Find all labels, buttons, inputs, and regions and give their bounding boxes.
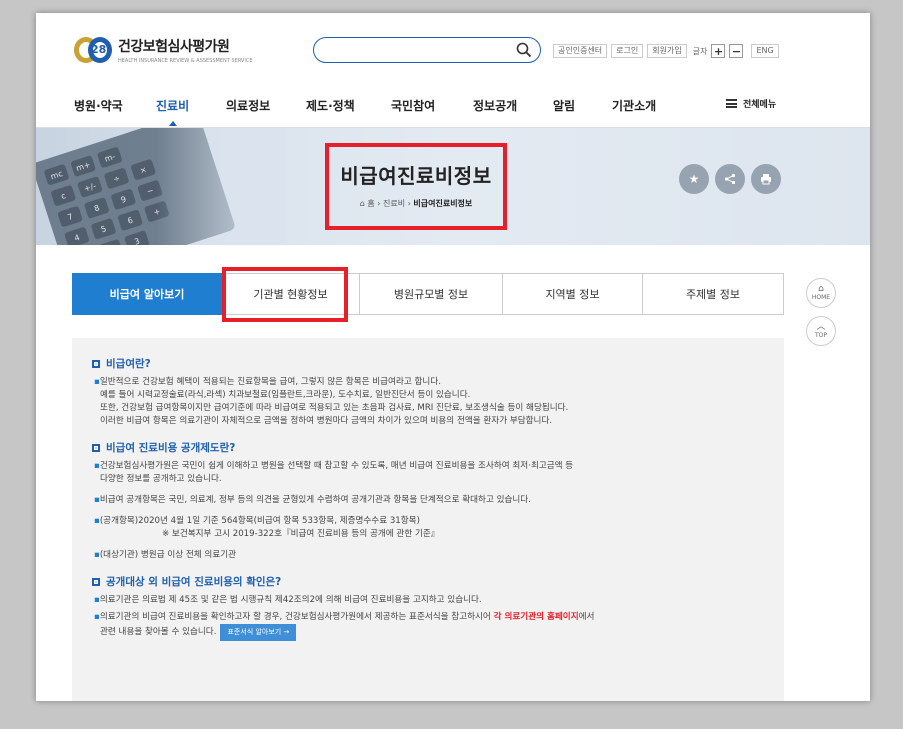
logo-name: 건강보험심사평가원: [118, 39, 230, 55]
gnb-notice[interactable]: 알림: [553, 97, 575, 114]
login-link[interactable]: 로그인: [611, 44, 644, 58]
paragraph: 관련 내용을 찾아볼 수 있습니다. 표준서식 알아보기 →: [92, 624, 764, 641]
gnb-hospital-pharmacy[interactable]: 병원·약국: [74, 97, 123, 114]
gnb-medical-info[interactable]: 의료정보: [226, 97, 270, 114]
share-icon[interactable]: [715, 164, 745, 194]
gnb-about[interactable]: 기관소개: [612, 97, 656, 114]
page-title: 비급여진료비정보: [340, 164, 492, 188]
paragraph: 이러한 비급여 항목은 의료기관이 자체적으로 금액을 정하여 병원마다 금액의…: [100, 416, 553, 426]
paragraph: 예를 들어 시력교정술료(라식,라섹) 치과보철료(임플란트,크라운), 도수치…: [100, 390, 471, 400]
paragraph: ▪의료기관의 비급여 진료비용을 확인하고자 할 경우, 건강보험심사평가원에서…: [94, 612, 595, 622]
note: ※ 보건복지부 고시 2019-322호『비급여 진료비용 등의 공개에 관한 …: [162, 529, 440, 539]
breadcrumb: ⌂ 홈 › 진료비 › 비급여진료비정보: [359, 199, 473, 208]
tab-topic[interactable]: 주제별 정보: [643, 273, 784, 315]
square-bullet-icon: [92, 443, 100, 452]
all-menu-button[interactable]: 전체메뉴: [726, 97, 776, 110]
logo-subtitle: HEALTH INSURANCE REVIEW & ASSESSMENT SER…: [118, 58, 253, 64]
logo-badge-text: 28: [91, 43, 107, 56]
paragraph: ▪(대상기관) 병원급 이상 전체 의료기관: [94, 550, 237, 560]
breadcrumb-home[interactable]: 홈: [367, 199, 374, 208]
tab-noncovered-overview[interactable]: 비급여 알아보기: [72, 273, 222, 315]
side-quick-buttons: ⌂ HOME ︿ TOP: [806, 278, 836, 354]
tab-region[interactable]: 지역별 정보: [503, 273, 643, 315]
all-menu-label: 전체메뉴: [743, 100, 777, 110]
banner-actions: ★: [679, 164, 781, 194]
standard-form-button[interactable]: 표준서식 알아보기 →: [220, 624, 297, 641]
paragraph: 또한, 건강보험 급여항목이지만 급여기준에 따라 비급여로 적용되고 있는 초…: [100, 403, 569, 413]
page-banner: mc m+ m- c +/- ÷ × 7 8 9 − 4 5 6 + 1 2 3…: [36, 128, 870, 245]
header: 28 건강보험심사평가원 HEALTH INSURANCE REVIEW & A…: [36, 13, 870, 88]
gnb-disclosure[interactable]: 정보공개: [473, 97, 517, 114]
search-box: [313, 37, 541, 63]
home-icon[interactable]: ⌂: [360, 199, 365, 208]
font-minus-button[interactable]: −: [729, 44, 744, 58]
sub-tabs: 비급여 알아보기 기관별 현황정보 병원규모별 정보 지역별 정보 주제별 정보: [72, 273, 784, 315]
section-title: 비급여 진료비용 공개제도란?: [92, 440, 764, 455]
content-panel: 비급여란? ▪일반적으로 건강보험 혜택이 적용되는 진료항목을 급여, 그렇지…: [72, 338, 784, 701]
paragraph: ▪건강보험심사평가원은 국민이 쉽게 이해하고 병원을 선택할 때 참고할 수 …: [94, 461, 574, 471]
paragraph: ▪(공개항목)2020년 4월 1일 기준 564항목(비급여 항목 533항목…: [94, 516, 420, 526]
home-icon: ⌂: [818, 284, 824, 294]
font-plus-button[interactable]: +: [711, 44, 726, 58]
eng-link[interactable]: ENG: [751, 44, 779, 58]
section-title: 비급여란?: [92, 356, 764, 371]
favorite-star-icon[interactable]: ★: [679, 164, 709, 194]
paragraph: ▪일반적으로 건강보험 혜택이 적용되는 진료항목을 급여, 그렇지 않은 항목…: [94, 377, 441, 387]
square-bullet-icon: [92, 577, 100, 586]
browser-page: 28 건강보험심사평가원 HEALTH INSURANCE REVIEW & A…: [36, 13, 870, 701]
font-size-label: 글자: [692, 46, 708, 56]
side-top-button[interactable]: ︿ TOP: [806, 316, 836, 346]
join-link[interactable]: 회원가입: [647, 44, 687, 58]
breadcrumb-current: 비급여진료비정보: [413, 199, 473, 208]
gnb-participation[interactable]: 국민참여: [391, 97, 435, 114]
utility-links: 공인인증센터 로그인 회원가입 글자 + − ENG: [553, 44, 779, 58]
tab-institution-status[interactable]: 기관별 현황정보: [222, 273, 360, 315]
side-home-button[interactable]: ⌂ HOME: [806, 278, 836, 308]
square-bullet-icon: [92, 359, 100, 368]
paragraph: ▪비급여 공개항목은 국민, 의료계, 정부 등의 의견을 균형있게 수렴하여 …: [94, 495, 531, 505]
breadcrumb-mid[interactable]: 진료비: [383, 199, 405, 208]
search-icon[interactable]: [516, 42, 532, 58]
paragraph: ▪의료기관은 의료법 제 45조 및 같은 법 시행규칙 제42조의2에 의해 …: [94, 595, 482, 605]
gnb-policy[interactable]: 제도·정책: [306, 97, 355, 114]
logo-emblem-icon: 28: [74, 35, 114, 65]
site-logo[interactable]: 28 건강보험심사평가원 HEALTH INSURANCE REVIEW & A…: [74, 35, 252, 65]
hamburger-icon: [726, 99, 737, 108]
gnb-medical-fees[interactable]: 진료비: [156, 97, 189, 126]
title-highlight-box: 비급여진료비정보 ⌂ 홈 › 진료비 › 비급여진료비정보: [325, 143, 507, 230]
print-icon[interactable]: [751, 164, 781, 194]
paragraph: 다양한 정보를 공개하고 있습니다.: [100, 474, 222, 484]
search-input[interactable]: [326, 42, 506, 58]
section-title: 공개대상 외 비급여 진료비용의 확인은?: [92, 574, 764, 589]
main-navigation: 병원·약국 진료비 의료정보 제도·정책 국민참여 정보공개 알림 기관소개 전…: [36, 88, 870, 128]
tab-hospital-size[interactable]: 병원규모별 정보: [360, 273, 503, 315]
cert-center-link[interactable]: 공인인증센터: [553, 44, 608, 58]
chevron-up-icon: ︿: [816, 322, 826, 332]
